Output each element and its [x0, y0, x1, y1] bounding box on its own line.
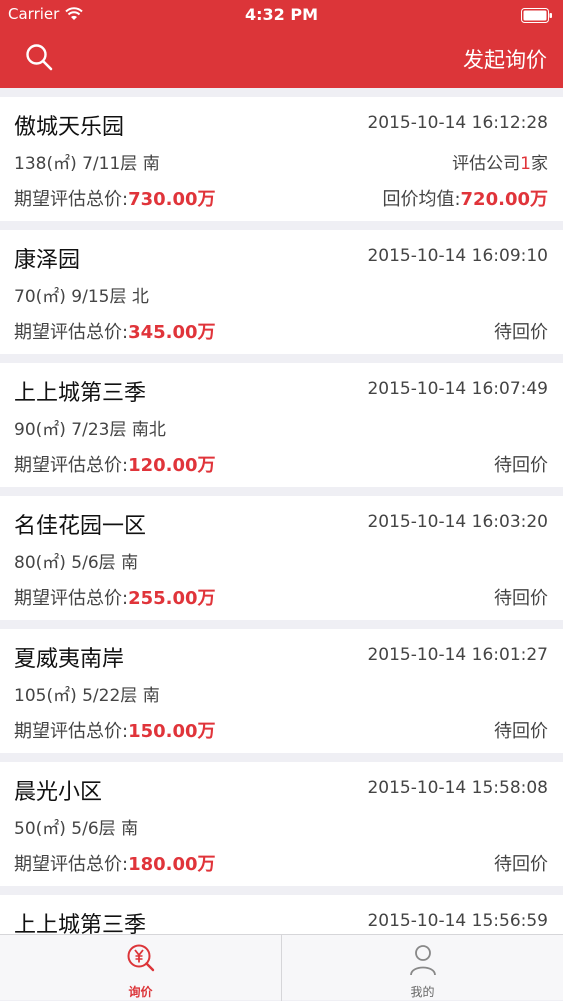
tab-inquiry[interactable]: 询价: [0, 935, 281, 1001]
average-reply-value: 720.00万: [460, 189, 548, 210]
listing-detail: 90(㎡) 7/23层 南北: [14, 420, 166, 440]
listing-detail: 70(㎡) 9/15层 北: [14, 287, 149, 307]
listing-time: 2015-10-14 16:09:10: [367, 246, 548, 266]
listing-time: 2015-10-14 16:12:28: [367, 113, 548, 133]
tab-bar: 询价 我的: [0, 934, 563, 1001]
expected-price-label: 期望评估总价:: [14, 455, 129, 476]
expected-price-label: 期望评估总价:: [14, 588, 129, 609]
list-item[interactable]: 上上城第三季 2015-10-14 15:56:59: [0, 895, 563, 934]
listing-name: 傲城天乐园: [14, 115, 125, 140]
tab-inquiry-label: 询价: [128, 985, 153, 999]
expected-price: 期望评估总价:150.00万: [14, 717, 216, 743]
status-badge: 待回价: [494, 854, 548, 875]
status-time: 4:32 PM: [244, 5, 318, 24]
listing-detail: 80(㎡) 5/6层 南: [14, 553, 139, 573]
expected-price: 期望评估总价:120.00万: [14, 451, 216, 477]
listing-name: 名佳花园一区: [14, 514, 147, 539]
expected-price: 期望评估总价:180.00万: [14, 850, 216, 876]
expected-price-value: 150.00万: [128, 721, 216, 742]
header: Carrier 4:32 PM 发起询价: [0, 0, 563, 88]
list-item[interactable]: 上上城第三季 2015-10-14 16:07:49 90(㎡) 7/23层 南…: [0, 363, 563, 487]
search-icon[interactable]: [24, 42, 54, 72]
listing-name: 夏威夷南岸: [14, 647, 125, 672]
status-badge: 待回价: [494, 588, 548, 609]
expected-price-label: 期望评估总价:: [14, 721, 129, 742]
expected-price-label: 期望评估总价:: [14, 854, 129, 875]
tab-mine-label: 我的: [410, 985, 435, 999]
listing-time: 2015-10-14 15:58:08: [367, 778, 548, 798]
expected-price-label: 期望评估总价:: [14, 322, 129, 343]
expected-price: 期望评估总价:730.00万: [14, 185, 216, 211]
expected-price: 期望评估总价:255.00万: [14, 584, 216, 610]
listing-time: 2015-10-14 16:03:20: [367, 512, 548, 532]
status-bar: Carrier 4:32 PM: [0, 0, 563, 30]
user-icon: [410, 945, 436, 976]
company-label: 评估公司: [452, 154, 521, 174]
yuan-search-icon: [127, 944, 155, 972]
average-reply-label: 回价均值:: [382, 189, 461, 210]
expected-price: 期望评估总价:345.00万: [14, 318, 216, 344]
company-count: 评估公司1家: [452, 149, 548, 174]
inquiry-list[interactable]: 傲城天乐园 2015-10-14 16:12:28 138(㎡) 7/11层 南…: [0, 88, 563, 934]
expected-price-label: 期望评估总价:: [14, 189, 129, 210]
company-suffix: 家: [531, 154, 548, 174]
status-badge: 待回价: [494, 455, 548, 476]
list-item[interactable]: 名佳花园一区 2015-10-14 16:03:20 80(㎡) 5/6层 南 …: [0, 496, 563, 620]
listing-detail: 105(㎡) 5/22层 南: [14, 686, 160, 706]
list-item[interactable]: 晨光小区 2015-10-14 15:58:08 50(㎡) 5/6层 南 期望…: [0, 762, 563, 886]
list-item[interactable]: 夏威夷南岸 2015-10-14 16:01:27 105(㎡) 5/22层 南…: [0, 629, 563, 753]
listing-time: 2015-10-14 15:56:59: [367, 911, 548, 931]
expected-price-value: 255.00万: [128, 588, 216, 609]
company-count-value: 1: [520, 154, 531, 174]
listing-detail: 50(㎡) 5/6层 南: [14, 819, 139, 839]
listing-time: 2015-10-14 16:07:49: [367, 379, 548, 399]
list-item[interactable]: 康泽园 2015-10-14 16:09:10 70(㎡) 9/15层 北 期望…: [0, 230, 563, 354]
expected-price-value: 180.00万: [128, 854, 216, 875]
listing-name: 上上城第三季: [14, 913, 147, 934]
listing-time: 2015-10-14 16:01:27: [367, 645, 548, 665]
status-badge: 待回价: [494, 721, 548, 742]
expected-price-value: 120.00万: [128, 455, 216, 476]
listing-detail: 138(㎡) 7/11层 南: [14, 154, 160, 174]
list-item[interactable]: 傲城天乐园 2015-10-14 16:12:28 138(㎡) 7/11层 南…: [0, 97, 563, 221]
expected-price-value: 345.00万: [128, 322, 216, 343]
start-inquiry-button[interactable]: 发起询价: [463, 44, 547, 74]
status-badge: 待回价: [494, 322, 548, 343]
tab-mine[interactable]: 我的: [282, 935, 563, 1001]
battery-icon: [521, 8, 552, 23]
listing-name: 康泽园: [14, 248, 81, 273]
average-reply-price: 回价均值:720.00万: [382, 185, 548, 211]
listing-name: 上上城第三季: [14, 381, 147, 406]
expected-price-value: 730.00万: [128, 189, 216, 210]
nav-bar: 发起询价: [0, 30, 563, 88]
listing-name: 晨光小区: [14, 780, 103, 805]
